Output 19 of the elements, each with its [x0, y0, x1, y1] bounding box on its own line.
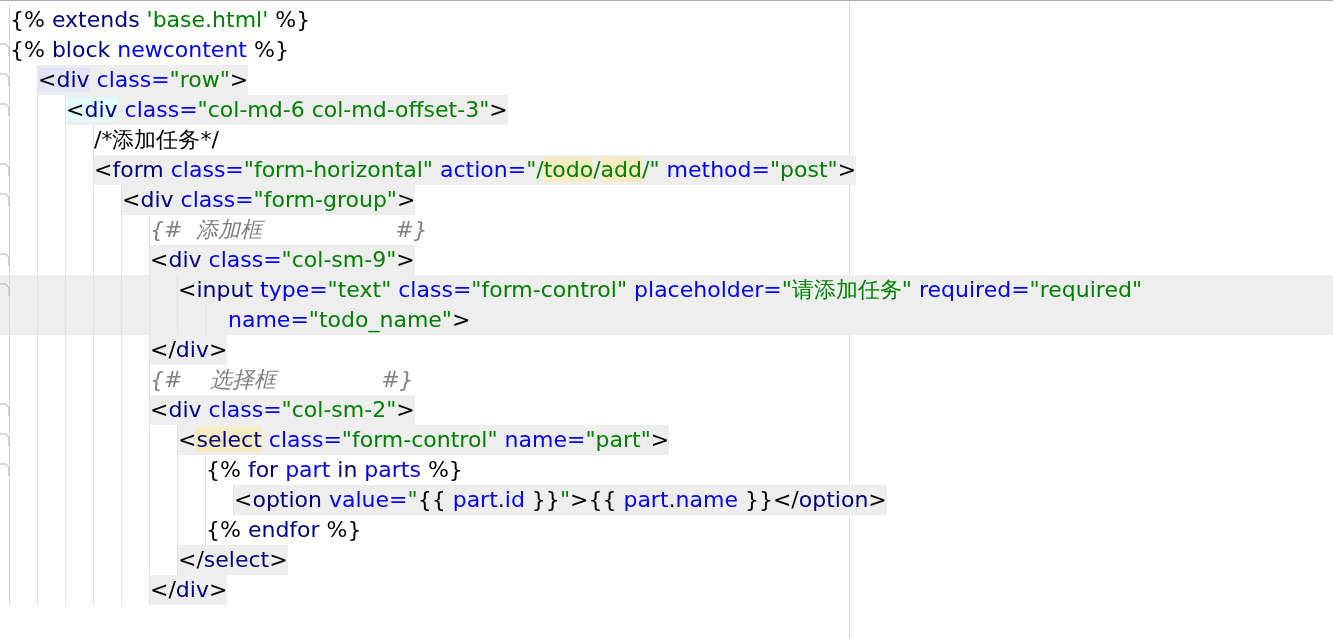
fold-marker-icon[interactable] [0, 73, 10, 87]
code-line: {% block newcontent %} [10, 36, 289, 64]
code-line: {% endfor %} [206, 516, 362, 544]
fold-marker-icon[interactable] [0, 193, 10, 207]
code-line: {% for part in parts %} [206, 456, 463, 484]
code-line: {# 添加框 #} [150, 216, 428, 244]
code-line: {% extends 'base.html' %} [10, 6, 311, 34]
code-line: /*添加任务*/ [94, 126, 219, 154]
fold-marker-icon[interactable] [0, 403, 10, 417]
code-line: {# 选择框 #} [150, 366, 414, 394]
fold-marker-icon[interactable] [0, 463, 10, 477]
fold-marker-icon[interactable] [0, 253, 10, 267]
fold-marker-icon[interactable] [0, 103, 10, 117]
fold-marker-icon[interactable] [0, 43, 10, 57]
fold-marker-icon[interactable] [0, 163, 10, 177]
code-line: name="todo_name"> [228, 306, 471, 335]
fold-marker-icon[interactable] [0, 283, 10, 297]
fold-marker-icon[interactable] [0, 433, 10, 447]
code-line: <input type="text" class="form-control" placeholder="请添加任务" required="required" [178, 276, 1143, 304]
